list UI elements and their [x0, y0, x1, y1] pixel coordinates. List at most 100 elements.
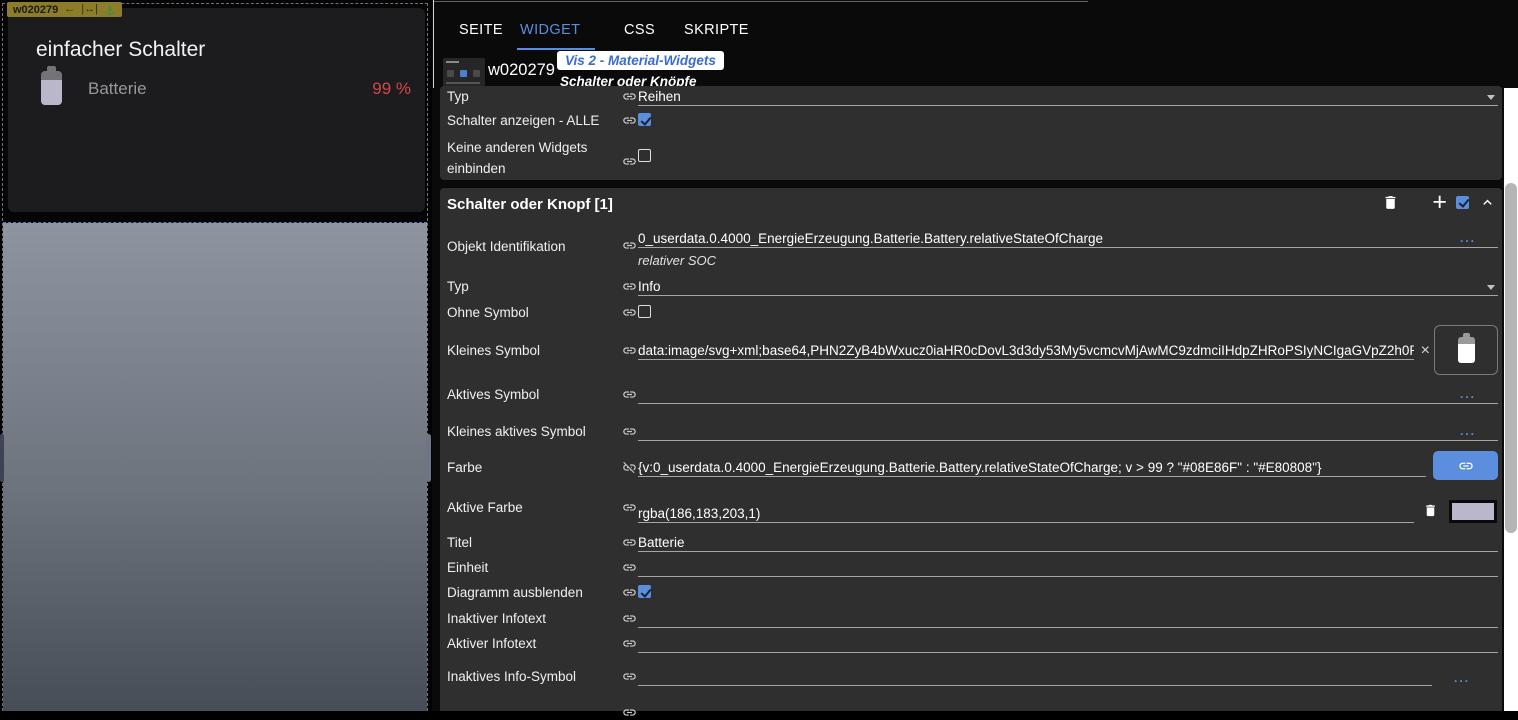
- add-group-button[interactable]: +: [1432, 194, 1447, 210]
- link-icon[interactable]: [622, 560, 637, 575]
- aktives-symbol-picker-button[interactable]: ...: [1460, 387, 1476, 401]
- diagramm-checkbox[interactable]: [638, 585, 651, 598]
- einheit-field[interactable]: [638, 560, 1498, 577]
- aktiver-infotext-field[interactable]: [638, 636, 1498, 653]
- attributes-inspector: SEITE WIDGET CSS SKRIPTE w020279 Vis 2 -…: [432, 0, 1518, 711]
- thumb-detail: [473, 70, 480, 77]
- link-icon[interactable]: [622, 238, 637, 253]
- tab-skripte[interactable]: SKRIPTE: [684, 22, 749, 38]
- typ-select[interactable]: Reihen: [638, 89, 1498, 106]
- farbe-field[interactable]: {v:0_userdata.0.4000_EnergieErzeugung.Ba…: [638, 460, 1426, 477]
- color-swatch[interactable]: [1449, 500, 1497, 523]
- link-icon[interactable]: [622, 611, 637, 626]
- link-icon[interactable]: [622, 585, 637, 600]
- link-icon[interactable]: [622, 535, 637, 550]
- typ2-select[interactable]: Info: [638, 279, 1498, 296]
- inaktiver-infotext-label: Inaktiver Infotext: [447, 611, 546, 626]
- show-all-checkbox[interactable]: [638, 113, 651, 126]
- canvas-background: [3, 223, 427, 711]
- chevron-down-icon: [1487, 285, 1495, 290]
- link-icon[interactable]: [622, 343, 637, 358]
- link-icon[interactable]: [622, 424, 637, 439]
- general-options-section: Typ Reihen Schalter anzeigen - ALLE Kein…: [440, 86, 1502, 180]
- widget-card-value: 99 %: [372, 79, 411, 99]
- left-splitter-handle[interactable]: [0, 434, 4, 482]
- link-icon[interactable]: [622, 500, 637, 515]
- kleines-symbol-value: data:image/svg+xml;base64,PHN2ZyB4bWxucz…: [638, 343, 1414, 358]
- link-icon[interactable]: [622, 279, 637, 294]
- link-icon[interactable]: [622, 387, 637, 402]
- clear-color-button[interactable]: [1423, 503, 1438, 523]
- delete-group-button[interactable]: [1381, 193, 1399, 211]
- aktive-farbe-field[interactable]: rgba(186,183,203,1): [638, 506, 1414, 523]
- right-splitter-handle[interactable]: [426, 434, 431, 482]
- diagramm-label: Diagramm ausblenden: [447, 585, 583, 600]
- link-off-icon[interactable]: [622, 460, 637, 475]
- widget-card-title: einfacher Schalter: [36, 38, 205, 62]
- view-canvas: einfacher Schalter Batterie 99 % w020279…: [0, 0, 430, 711]
- panel-scrollbar[interactable]: [1504, 88, 1518, 711]
- ohne-symbol-checkbox[interactable]: [638, 305, 651, 318]
- ohne-symbol-label: Ohne Symbol: [447, 305, 529, 320]
- group-header-actions: +: [1381, 193, 1496, 211]
- titel-field[interactable]: Batterie: [638, 535, 1498, 552]
- tab-widget[interactable]: WIDGET: [520, 22, 580, 38]
- widget-preview-card[interactable]: einfacher Schalter Batterie 99 %: [8, 8, 425, 212]
- oid-field[interactable]: 0_userdata.0.4000_EnergieErzeugung.Batte…: [638, 231, 1498, 248]
- aktives-symbol-field[interactable]: [638, 387, 1498, 404]
- thumb-detail: [460, 70, 467, 77]
- einheit-label: Einheit: [447, 560, 488, 575]
- inaktiver-infotext-field[interactable]: [638, 611, 1498, 628]
- clear-icon[interactable]: ×: [1421, 342, 1430, 360]
- battery-icon: [41, 71, 62, 105]
- link-icon[interactable]: [622, 636, 637, 651]
- battery-preview-icon: [1458, 337, 1475, 363]
- widget-id-label: w020279: [13, 4, 58, 16]
- thumb-detail: [446, 82, 480, 84]
- widget-set-badge[interactable]: Vis 2 - Material-Widgets: [557, 51, 724, 70]
- show-all-label: Schalter anzeigen - ALLE: [447, 113, 599, 128]
- symbol-preview-box[interactable]: [1434, 325, 1498, 375]
- tab-seite[interactable]: SEITE: [459, 22, 503, 38]
- farbe-label: Farbe: [447, 460, 482, 475]
- link-icon[interactable]: [622, 669, 637, 684]
- kleines-symbol-label: Kleines Symbol: [447, 343, 540, 358]
- thumb-detail: [447, 70, 454, 77]
- farbe-bind-button[interactable]: [1433, 451, 1498, 480]
- anchor-icon[interactable]: [104, 4, 116, 16]
- link-icon[interactable]: [622, 305, 637, 320]
- kleines-aktives-symbol-picker-button[interactable]: ...: [1460, 424, 1476, 438]
- active-tab-indicator: [517, 48, 595, 50]
- collapse-group-icon[interactable]: [1478, 193, 1496, 211]
- kleines-aktives-symbol-field[interactable]: [638, 424, 1498, 441]
- widget-id: w020279: [488, 61, 555, 80]
- group-enabled-checkbox[interactable]: [1456, 196, 1469, 209]
- titel-label: Titel: [447, 535, 472, 550]
- aktiver-infotext-label: Aktiver Infotext: [447, 636, 536, 651]
- oid-picker-button[interactable]: ...: [1460, 231, 1476, 245]
- inaktives-info-symbol-field[interactable]: [638, 669, 1432, 686]
- widget-card-label: Batterie: [88, 79, 147, 99]
- widget-thumbnail: [443, 58, 485, 89]
- no-other-widgets-checkbox[interactable]: [638, 149, 651, 162]
- link-icon[interactable]: [622, 89, 637, 104]
- top-border: [433, 1, 1088, 2]
- thumb-detail: [446, 61, 459, 63]
- kleines-symbol-field[interactable]: data:image/svg+xml;base64,PHN2ZyB4bWxucz…: [638, 343, 1414, 360]
- scrollbar-thumb[interactable]: [1505, 183, 1517, 533]
- farbe-value: {v:0_userdata.0.4000_EnergieErzeugung.Ba…: [638, 460, 1322, 475]
- oid-value: 0_userdata.0.4000_EnergieErzeugung.Batte…: [638, 231, 1103, 246]
- left-border: [433, 0, 434, 88]
- link-icon[interactable]: [622, 113, 637, 128]
- move-back-icon[interactable]: ←: [64, 4, 75, 15]
- tab-css[interactable]: CSS: [624, 22, 655, 38]
- inaktives-info-symbol-picker-button[interactable]: ...: [1454, 671, 1470, 685]
- typ2-value: Info: [638, 279, 661, 294]
- widget-grid-line: [3, 222, 427, 223]
- link-icon[interactable]: [622, 154, 637, 169]
- aktives-symbol-label: Aktives Symbol: [447, 387, 539, 402]
- link-icon[interactable]: [622, 705, 637, 720]
- resize-icon[interactable]: |↔|: [81, 4, 98, 15]
- selected-widget-tag[interactable]: w020279 ← |↔|: [7, 2, 122, 17]
- no-other-widgets-label-1: Keine anderen Widgets: [447, 140, 587, 155]
